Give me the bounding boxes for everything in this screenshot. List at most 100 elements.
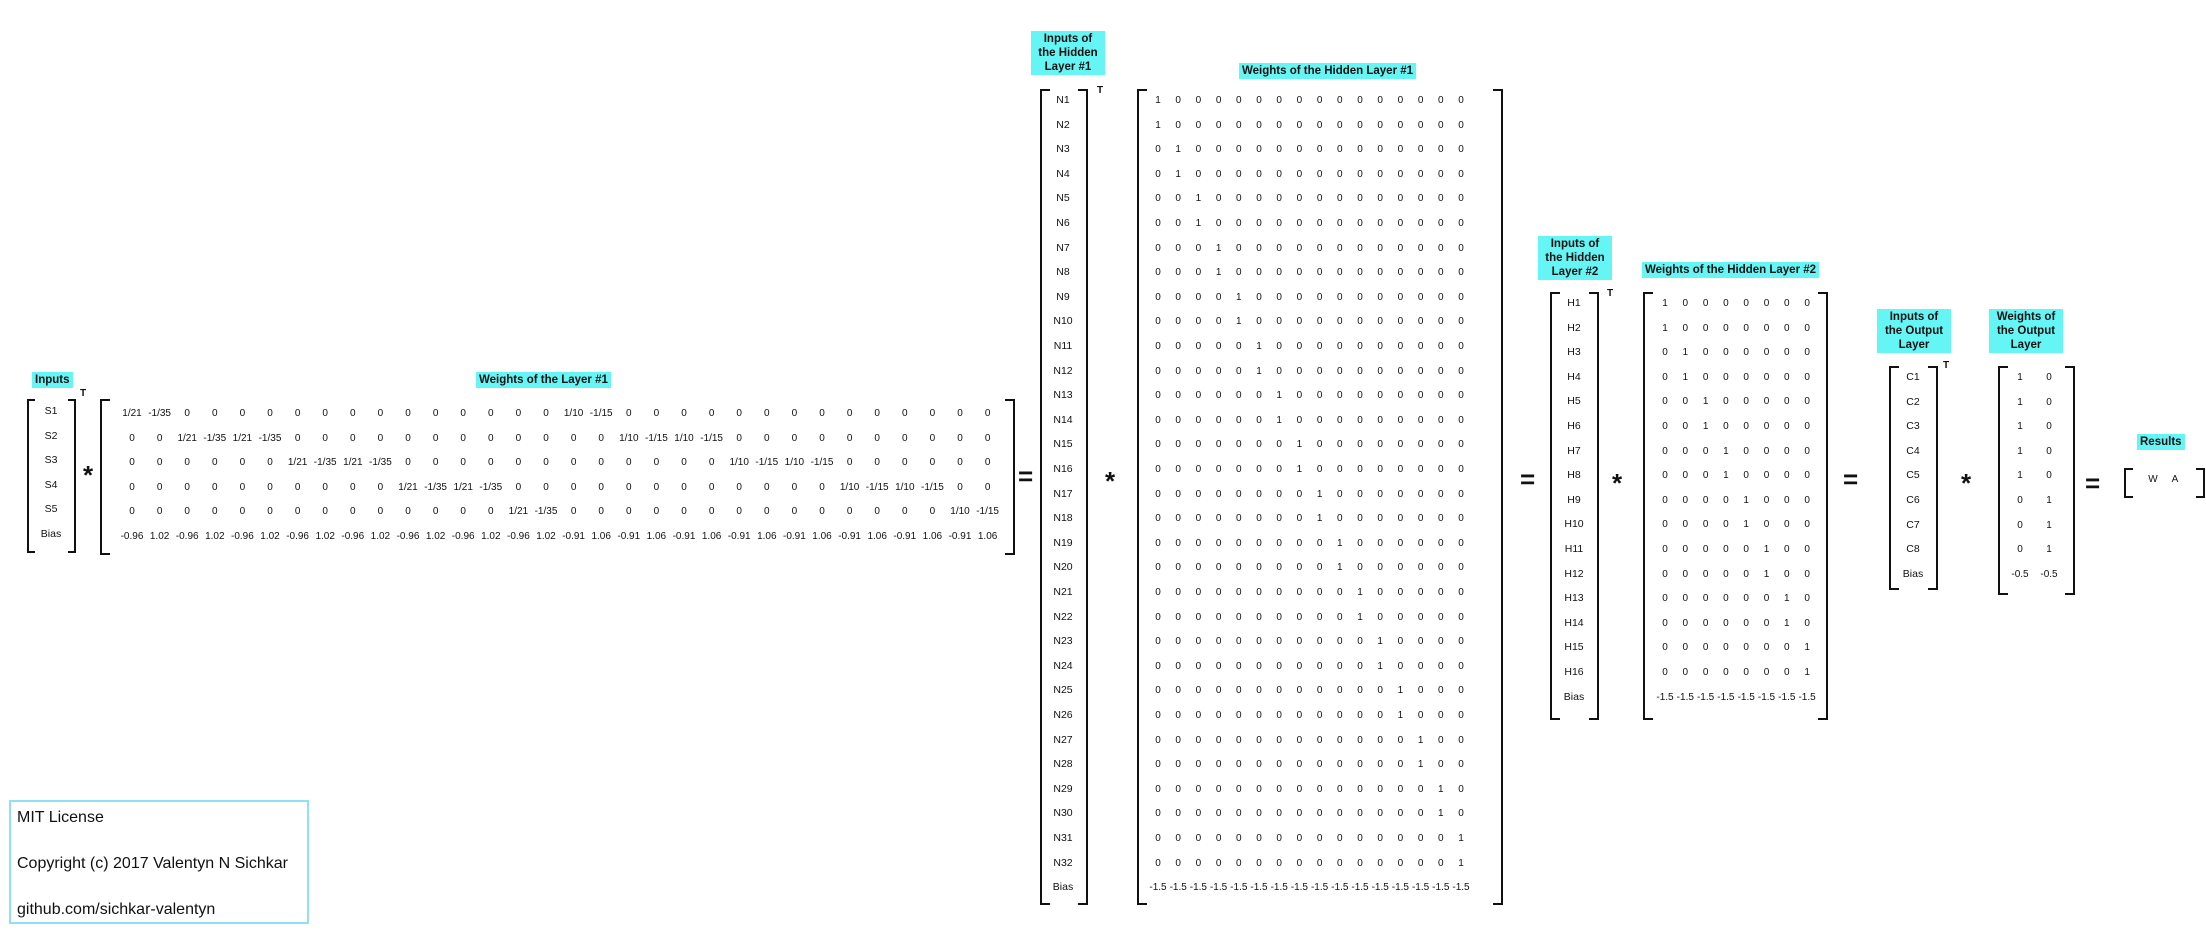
weight-hidden1-cell: 0 (1236, 193, 1242, 205)
weight-hidden1-cell: 1 (1458, 857, 1464, 869)
weight-hidden1-cell: 0 (1458, 119, 1464, 131)
weight-hidden1-cell: 0 (1316, 95, 1323, 106)
weight-layer1-cell: -1/15 (589, 408, 613, 419)
weight-hidden1-cell: 0 (1215, 537, 1222, 549)
weight-hidden1-cell: 0 (1316, 636, 1323, 648)
weight-hidden2-cell: 1 (1682, 347, 1689, 359)
weight-layer1-cell: -0.91 (617, 531, 641, 542)
weight-hidden1-cell: 0 (1377, 414, 1383, 426)
weight-layer1-cell: 0 (957, 457, 963, 469)
weight-layer1-cell: 0 (350, 432, 356, 444)
weight-hidden1-cell: 1 (1175, 144, 1181, 156)
weight-hidden1-cell: 0 (1256, 611, 1262, 623)
weight-layer1-cell: 0 (681, 457, 687, 469)
weight-hidden1-cell: 0 (1357, 537, 1363, 549)
weight-hidden1-cell: 0 (1215, 660, 1222, 672)
weight-hidden2-cell: 0 (1702, 593, 1709, 605)
weight-hidden1-cell: 0 (1417, 488, 1424, 500)
weight-hidden1-cell: 0 (1215, 291, 1222, 303)
weight-hidden1-cell: 0 (1195, 587, 1202, 598)
weight-hidden1-cell: 0 (1357, 267, 1363, 279)
weight-hidden1-cell: 0 (1276, 587, 1282, 598)
equals-operator-1: = (1018, 461, 1034, 491)
weight-hidden1-cell: 0 (1195, 488, 1202, 500)
weight-hidden1-cell: 0 (1296, 833, 1303, 844)
weight-hidden1-cell: 0 (1377, 242, 1383, 254)
weight-layer1-cell: 0 (736, 408, 742, 419)
weight-hidden1-cell: 0 (1417, 365, 1424, 377)
input-item: S2 (44, 429, 58, 442)
weight-hidden1-cell: 0 (1195, 439, 1202, 451)
weight-layer1-cell: 0 (984, 408, 991, 419)
weight-hidden1-cell: 0 (1377, 488, 1383, 500)
weight-hidden1-cell: 0 (1175, 267, 1181, 279)
weight-hidden1-cell: 0 (1155, 193, 1161, 205)
weight-hidden1-cell: 0 (1215, 414, 1222, 426)
weight-hidden2-cell: 0 (1702, 642, 1709, 654)
weight-hidden1-cell: 0 (1397, 414, 1404, 426)
weight-hidden1-cell: 1 (1316, 513, 1323, 525)
weight-layer1-cell: 0 (902, 457, 908, 469)
weight-hidden1-cell: 0 (1377, 119, 1383, 131)
weight-hidden1-cell: 0 (1458, 390, 1464, 402)
weight-layer1-cell: -0.91 (727, 531, 751, 542)
weight-hidden1-cell: 0 (1357, 464, 1363, 475)
weight-layer1-cell: 0 (653, 457, 660, 469)
weight-layer1-cell: 0 (294, 408, 301, 419)
weight-layer1-cell: 0 (598, 432, 604, 444)
weight-hidden1-cell: 0 (1357, 168, 1363, 180)
weight-hidden1-cell: 0 (1458, 218, 1464, 229)
weight-hidden1-cell: 0 (1458, 414, 1464, 426)
weight-hidden1-cell: 0 (1316, 218, 1323, 229)
weight-hidden2-cell: 0 (1743, 568, 1749, 580)
weight-hidden1-cell: 0 (1215, 218, 1222, 229)
weight-hidden1-cell: 0 (1236, 685, 1242, 697)
hidden1-input-item: N28 (1053, 758, 1073, 771)
weight-hidden1-cell: 0 (1357, 193, 1363, 205)
weight-hidden1-cell: 0 (1357, 808, 1363, 820)
input-item: Bias (40, 528, 62, 540)
weight-hidden1-cell: 0 (1458, 808, 1464, 820)
weight-hidden2-cell: 0 (1804, 396, 1810, 408)
weight-hidden1-cell: 0 (1175, 119, 1181, 131)
hidden2-input-item: H7 (1567, 444, 1581, 457)
weight-layer1-cell: 0 (488, 457, 494, 469)
weight-layer1-cell: 1.02 (315, 531, 335, 542)
weight-hidden2-cell: 0 (1702, 347, 1709, 359)
weight-hidden2-cell: 0 (1702, 298, 1709, 309)
weight-hidden1-cell: 0 (1155, 636, 1161, 648)
weight-hidden1-cell: 0 (1215, 119, 1222, 131)
weight-hidden1-cell: 0 (1175, 316, 1181, 328)
weight-hidden1-cell: 0 (1276, 537, 1282, 549)
results-bracket-right (2196, 468, 2205, 498)
weight-hidden1-cell: 0 (1337, 710, 1343, 721)
inputs-title: Inputs (32, 372, 73, 388)
weight-layer1-cell: 0 (405, 506, 411, 518)
weight-hidden1-cell: 0 (1397, 562, 1404, 574)
weight-layer1-cell: 0 (570, 506, 577, 518)
weight-hidden1-cell: 0 (1296, 365, 1303, 377)
weight-hidden1-cell: 0 (1256, 414, 1262, 426)
weight-hidden2-cell: 0 (1662, 494, 1668, 506)
weight-hidden1-cell: 0 (1236, 660, 1242, 672)
weight-layer1-cell: -1/15 (865, 481, 889, 493)
license-github-link[interactable]: github.com/sichkar-valentyn (17, 898, 301, 921)
weight-layer1-cell: 0 (294, 432, 301, 444)
weight-hidden1-cell: 1 (1236, 316, 1242, 328)
weight-hidden1-cell: 0 (1438, 833, 1444, 844)
weight-hidden1-cell: 0 (1377, 144, 1383, 156)
weight-hidden1-cell: 0 (1357, 390, 1363, 402)
weight-layer1-cell: 0 (874, 457, 880, 469)
weight-hidden2-cell: 0 (1662, 396, 1668, 408)
weight-hidden2-cell: 0 (1662, 642, 1668, 654)
weight-layer1-cell: -0.96 (506, 531, 530, 542)
license-name: MIT License (17, 809, 104, 826)
weight-hidden1-cell: 0 (1377, 218, 1383, 229)
weight-hidden1-cell: 0 (1155, 341, 1161, 352)
weight-hidden1-cell: 0 (1236, 611, 1242, 623)
weight-hidden1-cell: 0 (1377, 759, 1383, 771)
weight-hidden1-cell: 0 (1215, 488, 1222, 500)
hidden2-input-item: H11 (1564, 543, 1584, 555)
weight-layer1-cell: 0 (708, 408, 715, 419)
weight-hidden1-cell: 0 (1417, 95, 1424, 106)
